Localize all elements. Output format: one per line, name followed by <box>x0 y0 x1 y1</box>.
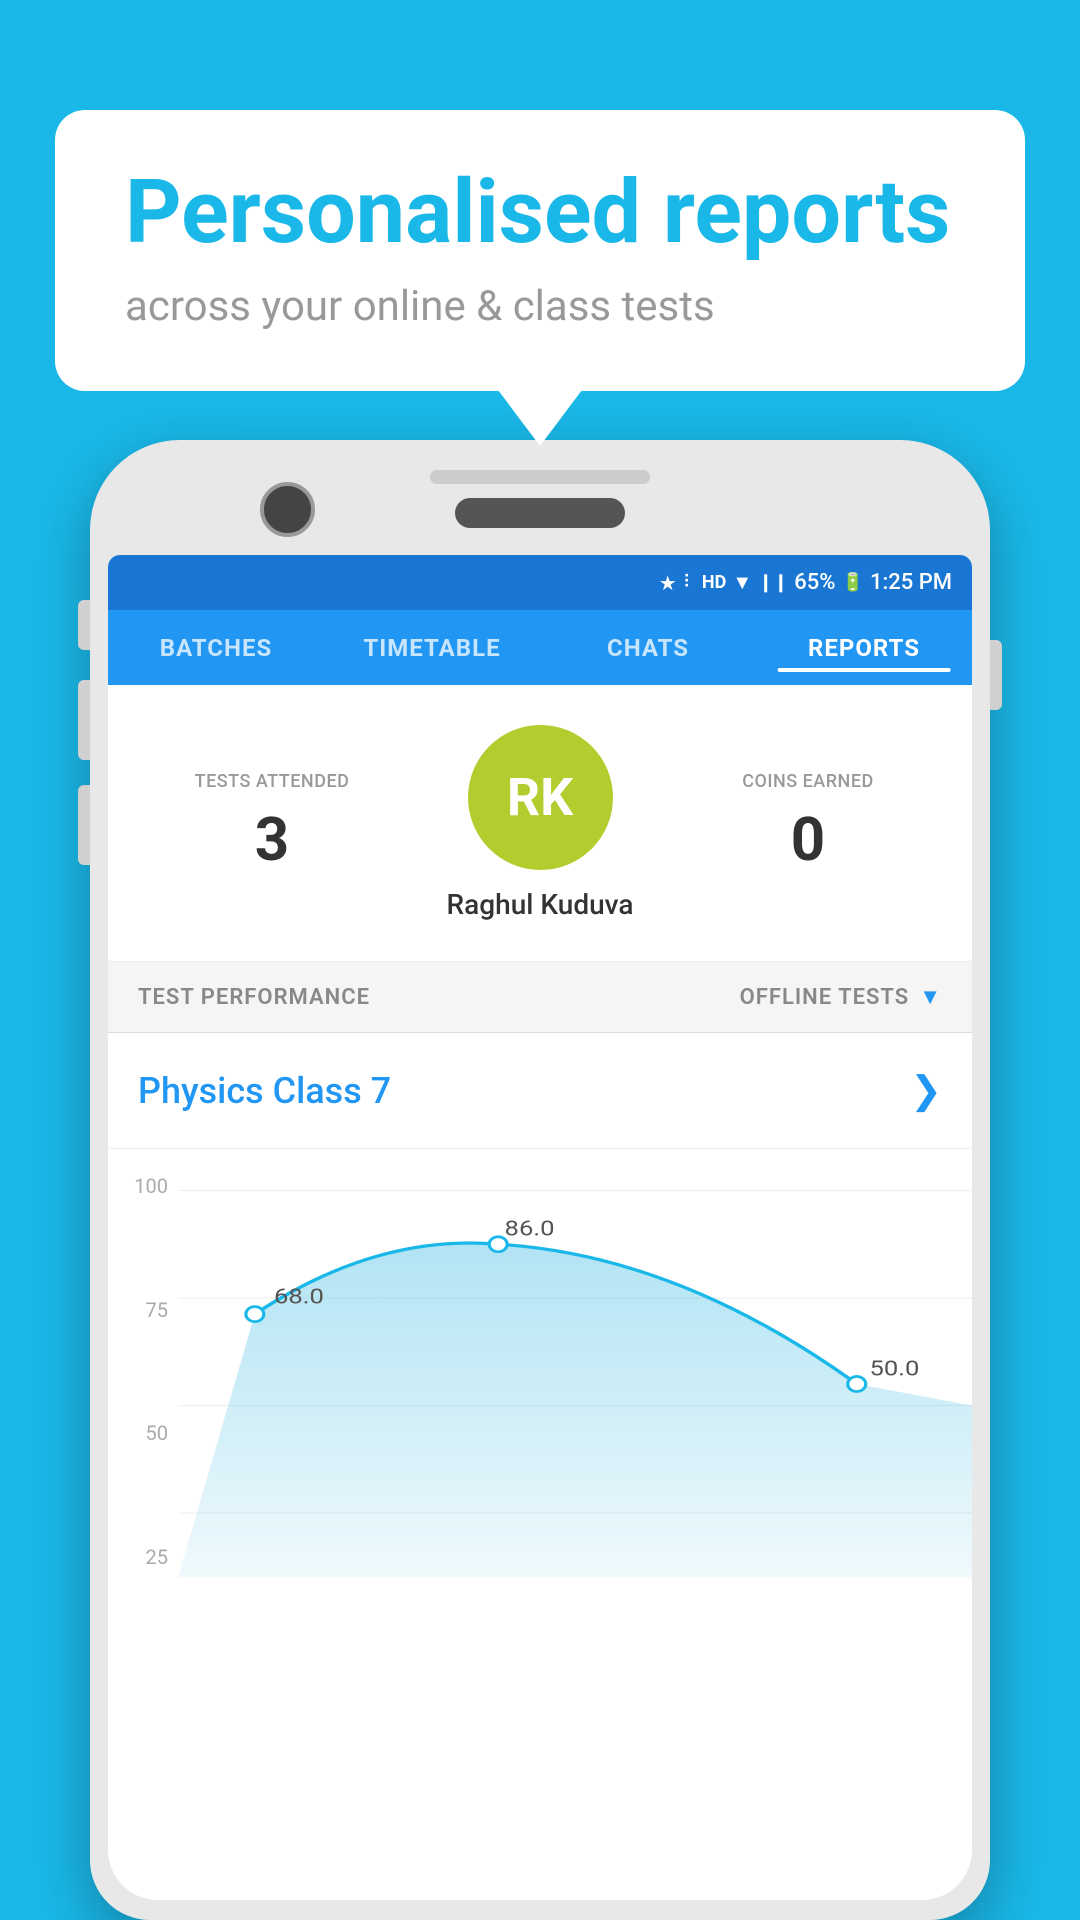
avatar: RK <box>468 725 613 870</box>
power-button <box>990 640 1002 710</box>
data-label-3: 50.0 <box>870 1355 920 1380</box>
phone-frame: ★ ⠇ HD ▼ ❙❙ 65% 🔋 1:25 PM BATCHES TIMETA… <box>90 440 990 1920</box>
phone-camera <box>260 482 315 537</box>
tests-attended-label: TESTS ATTENDED <box>138 771 406 792</box>
offline-tests-label: OFFLINE TESTS <box>740 985 910 1010</box>
battery-icon: 🔋 <box>842 572 864 593</box>
line-chart: 68.0 86.0 50.0 <box>178 1169 972 1599</box>
tab-chats[interactable]: CHATS <box>540 624 756 672</box>
data-label-1: 68.0 <box>274 1283 324 1308</box>
class-name: Physics Class 7 <box>138 1070 391 1112</box>
coins-earned-label: COINS EARNED <box>674 771 942 792</box>
tests-attended-block: TESTS ATTENDED 3 <box>138 771 406 875</box>
profile-section: TESTS ATTENDED 3 RK Raghul Kuduva COINS … <box>108 685 972 962</box>
coins-earned-value: 0 <box>674 804 942 875</box>
y-label-75: 75 <box>108 1298 178 1322</box>
chart-container: 100 75 50 25 <box>108 1169 972 1599</box>
data-point-1 <box>246 1307 264 1322</box>
bluetooth-icon: ★ <box>659 571 677 595</box>
y-label-50: 50 <box>108 1421 178 1445</box>
status-bar: ★ ⠇ HD ▼ ❙❙ 65% 🔋 1:25 PM <box>108 555 972 610</box>
offline-tests-dropdown[interactable]: OFFLINE TESTS ▼ <box>740 984 942 1010</box>
battery-percentage: 65% <box>794 570 835 595</box>
y-label-25: 25 <box>108 1545 178 1569</box>
data-point-3 <box>848 1376 866 1391</box>
tab-batches[interactable]: BATCHES <box>108 624 324 672</box>
coins-earned-block: COINS EARNED 0 <box>674 771 942 875</box>
chart-area: 100 75 50 25 <box>108 1149 972 1599</box>
avatar-name: Raghul Kuduva <box>447 888 634 921</box>
avatar-block: RK Raghul Kuduva <box>406 725 674 921</box>
performance-label: TEST PERFORMANCE <box>138 985 370 1010</box>
status-icons: ★ ⠇ HD ▼ ❙❙ 65% 🔋 1:25 PM <box>659 570 952 595</box>
speech-bubble: Personalised reports across your online … <box>55 110 1025 391</box>
avatar-initials: RK <box>507 767 573 828</box>
nav-tabs: BATCHES TIMETABLE CHATS REPORTS <box>108 610 972 685</box>
vibrate-icon: ⠇ <box>683 572 696 593</box>
time-display: 1:25 PM <box>870 570 952 595</box>
class-row[interactable]: Physics Class 7 ❯ <box>108 1033 972 1149</box>
phone-speaker <box>455 498 625 528</box>
signal-icon: ❙❙ <box>758 572 788 593</box>
bubble-subtitle: across your online & class tests <box>125 282 955 331</box>
performance-section: TEST PERFORMANCE OFFLINE TESTS ▼ <box>108 962 972 1033</box>
tab-reports[interactable]: REPORTS <box>756 624 972 672</box>
chevron-down-icon: ▼ <box>919 984 942 1010</box>
bubble-title: Personalised reports <box>125 165 955 262</box>
tab-timetable[interactable]: TIMETABLE <box>324 624 540 672</box>
class-chevron-icon: ❯ <box>910 1068 942 1113</box>
tests-attended-value: 3 <box>138 804 406 875</box>
data-label-2: 86.0 <box>505 1216 555 1241</box>
hd-icon: HD <box>702 572 726 593</box>
volume-up-button <box>78 680 90 760</box>
silent-button <box>78 600 90 650</box>
y-axis: 100 75 50 25 <box>108 1169 178 1599</box>
wifi-icon: ▼ <box>732 570 752 595</box>
volume-down-button <box>78 785 90 865</box>
phone-screen: ★ ⠇ HD ▼ ❙❙ 65% 🔋 1:25 PM BATCHES TIMETA… <box>108 555 972 1900</box>
y-label-100: 100 <box>108 1174 178 1198</box>
